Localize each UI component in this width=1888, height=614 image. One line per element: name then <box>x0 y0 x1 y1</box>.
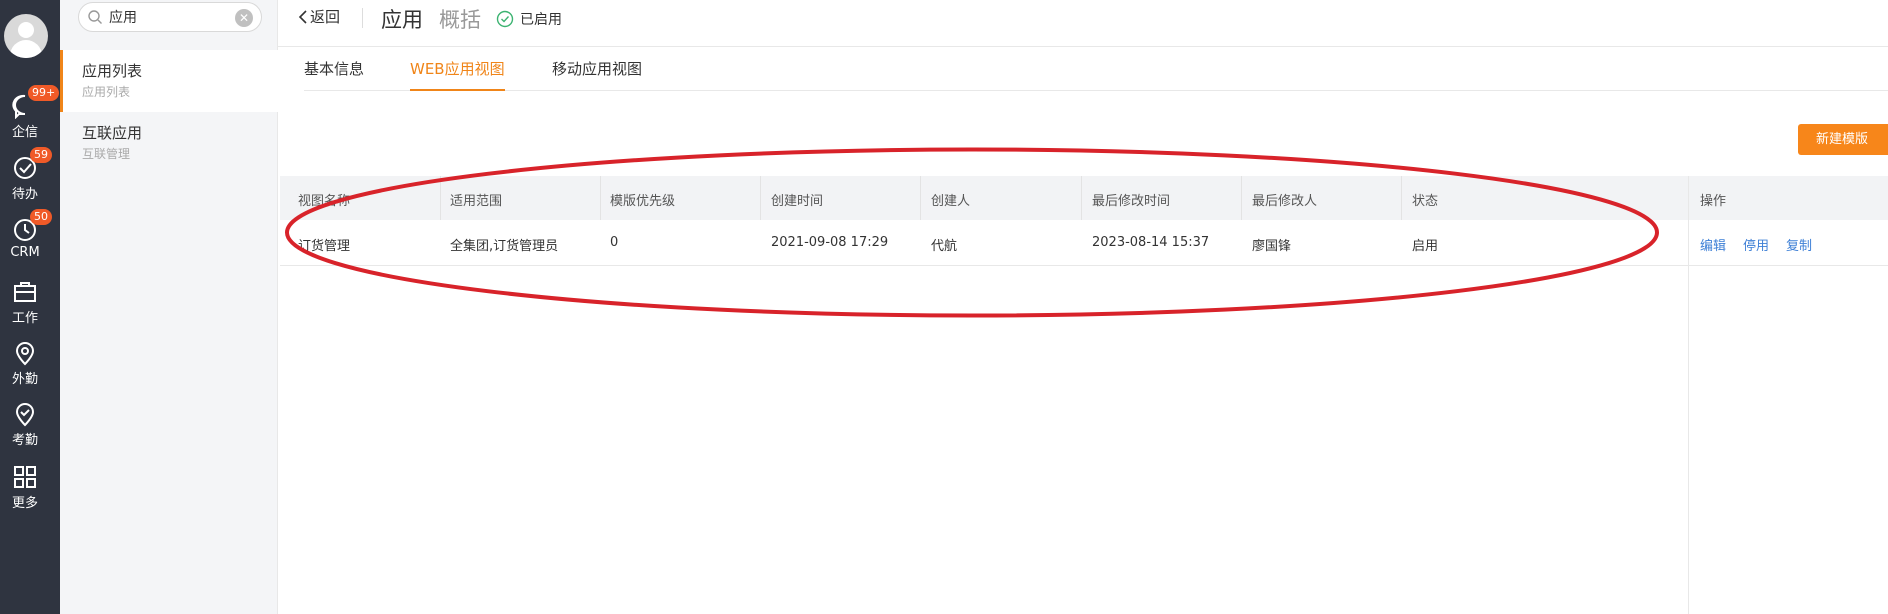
check-circle-icon <box>496 10 514 28</box>
grid-icon <box>14 466 36 488</box>
page-subtitle[interactable]: 概括 <box>439 4 481 34</box>
badge: 59 <box>30 147 52 163</box>
cell-scope: 全集团,订货管理员 <box>450 239 559 254</box>
attendance-icon <box>15 403 35 427</box>
table-row[interactable]: 订货管理 全集团,订货管理员 0 2021-09-08 17:29 代航 202… <box>280 221 1888 266</box>
column-header: 操作 <box>1700 194 1727 209</box>
column-header: 最后修改时间 <box>1092 194 1171 209</box>
disable-link[interactable]: 停用 <box>1743 235 1769 254</box>
sidebar-item-subtitle: 应用列表 <box>82 85 131 99</box>
secondary-sidebar: ✕ 应用列表 应用列表 互联应用 互联管理 <box>60 0 278 614</box>
main-content: 返回 应用 概括 已启用 基本信息 WEB应用视图 移动应用视图 新建模版 视图… <box>278 0 1888 614</box>
cell-creator: 代航 <box>931 239 958 254</box>
search-box[interactable]: ✕ <box>78 2 262 32</box>
divider <box>362 8 363 28</box>
column-header: 适用范围 <box>450 194 503 209</box>
nav-label: 待办 <box>11 187 38 202</box>
divider <box>1688 176 1689 614</box>
cell-view-name: 订货管理 <box>298 239 351 254</box>
page-title: 应用 <box>381 8 423 32</box>
column-header: 视图名称 <box>298 194 351 209</box>
nav-label: 考勤 <box>11 433 38 448</box>
sidebar-item-title: 应用列表 <box>82 62 143 80</box>
nav-label: 工作 <box>11 311 38 326</box>
avatar[interactable] <box>4 14 48 58</box>
tab-web-view[interactable]: WEB应用视图 <box>410 58 505 91</box>
search-input[interactable] <box>109 7 229 27</box>
cell-modifier: 廖国锋 <box>1252 239 1292 254</box>
new-template-button[interactable]: 新建模版 <box>1798 124 1888 155</box>
cell-priority: 0 <box>610 235 619 250</box>
badge: 99+ <box>28 85 60 101</box>
nav-label: 外勤 <box>11 372 38 387</box>
table-header: 视图名称 适用范围 模版优先级 创建时间 创建人 最后修改时间 最后修改人 状态… <box>280 176 1888 220</box>
cell-modified-time: 2023-08-14 15:37 <box>1092 235 1210 250</box>
header-bar: 返回 应用 概括 已启用 <box>278 0 1888 47</box>
nav-item-more[interactable]: 更多 <box>0 464 50 520</box>
status-badge: 已启用 <box>496 9 562 29</box>
copy-link[interactable]: 复制 <box>1786 235 1812 254</box>
column-header: 模版优先级 <box>610 194 676 209</box>
nav-item-work[interactable]: 工作 <box>0 279 50 335</box>
tab-mobile-view[interactable]: 移动应用视图 <box>552 58 642 91</box>
sidebar-item-app-list[interactable]: 应用列表 应用列表 <box>60 50 278 112</box>
nav-label: CRM <box>10 245 40 260</box>
sidebar-item-subtitle: 互联管理 <box>82 147 131 161</box>
tab-bar: 基本信息 WEB应用视图 移动应用视图 <box>304 48 1888 91</box>
tab-basic-info[interactable]: 基本信息 <box>304 58 364 91</box>
briefcase-icon <box>14 282 36 302</box>
cell-created-time: 2021-09-08 17:29 <box>771 235 889 250</box>
back-button[interactable]: 返回 <box>298 6 340 27</box>
chevron-left-icon <box>298 10 307 24</box>
edit-link[interactable]: 编辑 <box>1700 235 1726 254</box>
nav-item-qixin[interactable]: 99+ 企信 <box>0 85 60 149</box>
back-label: 返回 <box>310 8 341 26</box>
nav-label: 企信 <box>11 125 38 140</box>
sidebar-item-connected-apps[interactable]: 互联应用 互联管理 <box>60 112 278 174</box>
sidebar-item-title: 互联应用 <box>82 124 143 142</box>
column-header: 状态 <box>1412 194 1439 209</box>
nav-item-attendance[interactable]: 考勤 <box>0 401 50 457</box>
nav-label: 更多 <box>11 496 38 511</box>
column-header: 创建时间 <box>771 194 824 209</box>
cell-status: 启用 <box>1412 239 1439 254</box>
search-icon <box>88 10 102 24</box>
column-header: 创建人 <box>931 194 971 209</box>
nav-item-crm[interactable]: 50 CRM <box>0 209 52 273</box>
status-text: 已启用 <box>520 12 562 28</box>
nav-item-field[interactable]: 外勤 <box>0 340 50 396</box>
nav-item-todo[interactable]: 59 待办 <box>0 147 52 211</box>
badge: 50 <box>30 209 52 225</box>
clear-icon[interactable]: ✕ <box>235 9 253 27</box>
left-nav-rail: 99+ 企信 59 待办 50 CRM 工作 外勤 考勤 更多 <box>0 0 60 614</box>
location-pin-icon <box>15 342 35 366</box>
column-header: 最后修改人 <box>1252 194 1318 209</box>
